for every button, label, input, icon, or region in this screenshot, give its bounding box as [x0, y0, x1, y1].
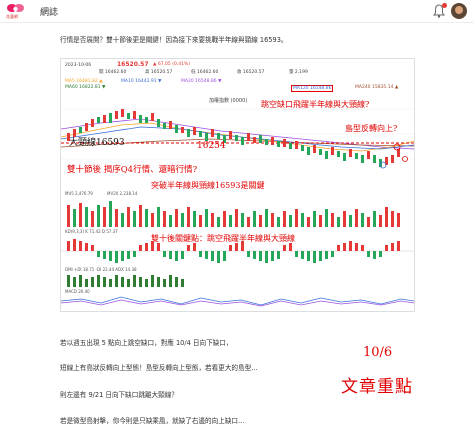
macd-bars	[61, 239, 414, 263]
chart-price: 16520.57	[117, 61, 149, 68]
chart-change: ▲ 67.05 (0.41%)	[153, 62, 191, 67]
notification-badge	[442, 3, 447, 8]
ohlc-low: 低 16462.60	[191, 70, 219, 75]
highlight-date: 10/6	[363, 345, 393, 360]
oscillator-lines	[61, 296, 414, 307]
ohlc-open: 開 16462.60	[99, 70, 127, 75]
annotation-low: 16254	[197, 141, 226, 151]
article-paragraph: 行情是否展開？雙十節後更是關鍵！因為接下來要挑戰半年線與頸線 16593。	[60, 36, 288, 44]
article-paragraph: 則左邊有 9/21 日向下缺口跳離大頸線？	[60, 391, 178, 399]
user-avatar[interactable]	[451, 3, 467, 19]
ma-legend-3: MA20 16548.86 ▼	[181, 79, 222, 84]
volume-label: MV5 2,476.79	[65, 191, 93, 196]
ohlc-high: 高 16520.57	[145, 70, 173, 75]
annotation-break-neck: 突破半年線與頸線16593是關鍵	[151, 181, 265, 190]
chart-date: 2023-10-06	[65, 63, 92, 68]
annotation-island: 島型反轉向上?	[345, 124, 398, 133]
logo-text: 花藝網	[6, 14, 18, 19]
chart-volume: 量 2,199	[289, 70, 308, 75]
stock-chart-image: 2023-10-06 16520.57 ▲ 67.05 (0.41%) 量 2,…	[60, 58, 415, 312]
dmi-bars	[67, 275, 184, 287]
kd-label: KD(9,3,3) K 71.42 D 57.37	[65, 229, 118, 234]
article-paragraph: 若以週五出現 5 點向上跳空缺口，對應 10/4 日向下缺口，	[60, 339, 233, 347]
dmi-label: DMI +DI 18.71 -DI 22.44 ADX 14.38	[65, 267, 137, 272]
volume-label-2: MV20 2,238.14	[107, 191, 138, 196]
ohlc-close: 收 16520.57	[237, 70, 265, 75]
article-paragraph: 短線上有島狀反轉向上型態！島型反轉向上型態，若看更大的島型...	[60, 364, 258, 372]
top-bar: 花藝網 網誌	[0, 0, 474, 23]
volume-bars	[67, 201, 400, 227]
section-title[interactable]: 網誌	[40, 5, 58, 18]
ma-legend-1: MA5 16481.82 ▲	[65, 79, 103, 84]
annotation-gap-jump: 跳空缺口飛躍半年線與大頸線?	[261, 100, 370, 109]
annotation-neck-line: 大頸線16593	[69, 138, 125, 148]
article-paragraph: 若是微型島射擊，你今則是只缺乘風，就缺了右邊的向上缺口...	[60, 417, 245, 425]
annotation-q4-trend: 雙十節後 揭序Q4行情、還暗行情?	[67, 165, 198, 175]
highlight-note: 文章重點	[341, 377, 413, 397]
ma-legend-2: MA10 16442.91 ▼	[121, 79, 162, 84]
